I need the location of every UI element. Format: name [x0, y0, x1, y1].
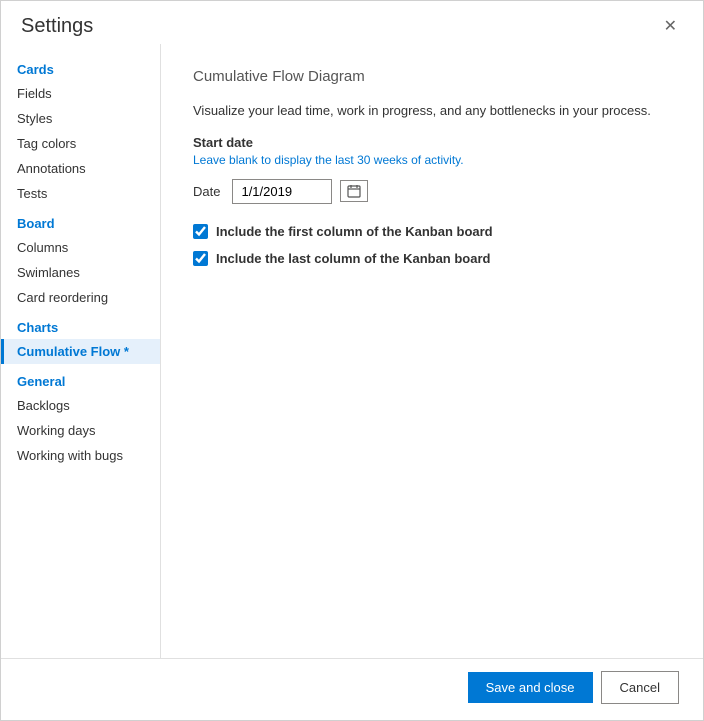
sidebar-section-general[interactable]: General	[1, 364, 160, 393]
sidebar-item-backlogs[interactable]: Backlogs	[1, 393, 160, 418]
sidebar-section-cards[interactable]: Cards	[1, 52, 160, 81]
sidebar-item-tag-colors[interactable]: Tag colors	[1, 131, 160, 156]
sidebar: Cards Fields Styles Tag colors Annotatio…	[1, 44, 161, 658]
include-last-column-label[interactable]: Include the last column of the Kanban bo…	[216, 251, 490, 266]
include-last-column-checkbox[interactable]	[193, 251, 208, 266]
checkbox-row-1: Include the first column of the Kanban b…	[193, 224, 671, 239]
description: Visualize your lead time, work in progre…	[193, 101, 671, 121]
dialog-footer: Save and close Cancel	[1, 658, 703, 720]
sidebar-item-working-days[interactable]: Working days	[1, 418, 160, 443]
date-row: Date	[193, 179, 671, 204]
checkbox-row-2: Include the last column of the Kanban bo…	[193, 251, 671, 266]
dialog-body: Cards Fields Styles Tag colors Annotatio…	[1, 44, 703, 658]
date-input[interactable]	[232, 179, 332, 204]
include-first-column-checkbox[interactable]	[193, 224, 208, 239]
start-date-hint: Leave blank to display the last 30 weeks…	[193, 153, 671, 167]
dialog-title: Settings	[21, 15, 93, 38]
sidebar-item-styles[interactable]: Styles	[1, 106, 160, 131]
close-button[interactable]: ✕	[658, 17, 683, 37]
section-title: Cumulative Flow Diagram	[193, 68, 671, 85]
sidebar-item-working-with-bugs[interactable]: Working with bugs	[1, 443, 160, 468]
save-and-close-button[interactable]: Save and close	[468, 672, 593, 703]
calendar-icon	[347, 184, 361, 198]
sidebar-item-card-reordering[interactable]: Card reordering	[1, 285, 160, 310]
sidebar-item-annotations[interactable]: Annotations	[1, 156, 160, 181]
sidebar-item-tests[interactable]: Tests	[1, 181, 160, 206]
include-first-column-label[interactable]: Include the first column of the Kanban b…	[216, 224, 493, 239]
settings-dialog: Settings ✕ Cards Fields Styles Tag color…	[0, 0, 704, 721]
date-field-label: Date	[193, 184, 220, 199]
description-text: Visualize your lead time, work in progre…	[193, 103, 651, 118]
sidebar-item-swimlanes[interactable]: Swimlanes	[1, 260, 160, 285]
cancel-button[interactable]: Cancel	[601, 671, 679, 704]
sidebar-item-columns[interactable]: Columns	[1, 235, 160, 260]
main-content: Cumulative Flow Diagram Visualize your l…	[161, 44, 703, 658]
dialog-header: Settings ✕	[1, 1, 703, 44]
sidebar-section-board[interactable]: Board	[1, 206, 160, 235]
calendar-button[interactable]	[340, 180, 368, 202]
sidebar-section-charts[interactable]: Charts	[1, 310, 160, 339]
sidebar-item-fields[interactable]: Fields	[1, 81, 160, 106]
start-date-label: Start date	[193, 135, 671, 150]
sidebar-item-cumulative-flow[interactable]: Cumulative Flow *	[1, 339, 160, 364]
